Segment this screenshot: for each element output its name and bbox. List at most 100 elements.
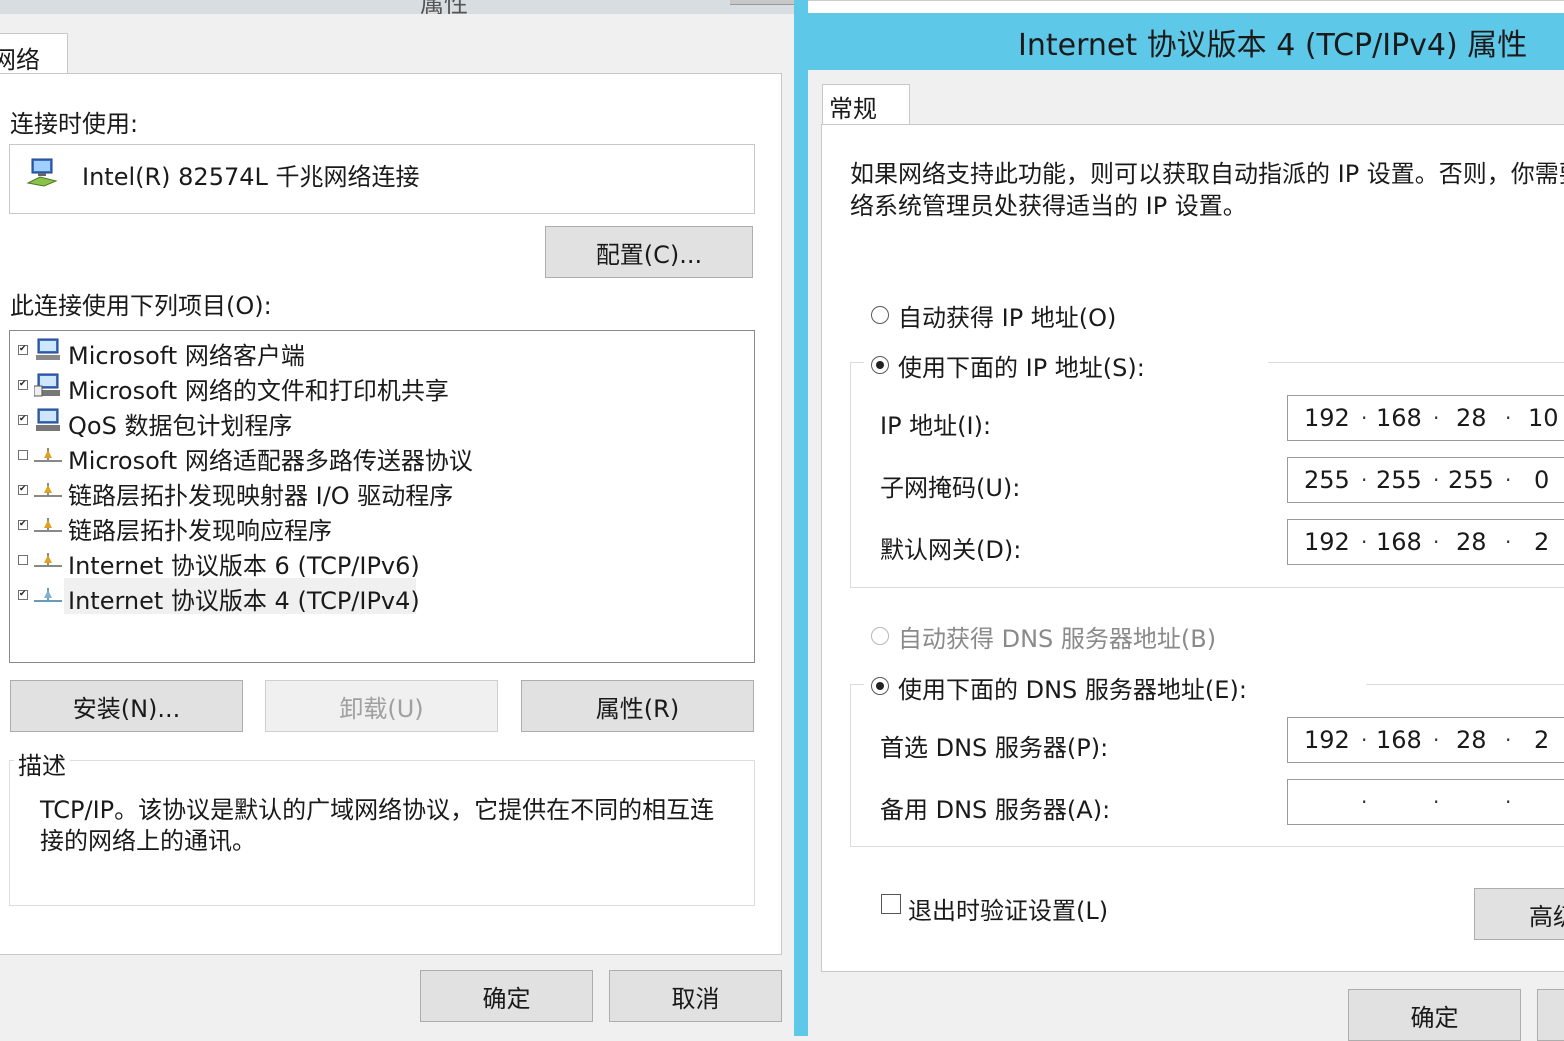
octet-dot: . — [1433, 462, 1440, 486]
configure-button[interactable]: 配置(C)... — [545, 226, 753, 278]
alternate-dns-input[interactable]: . . . — [1287, 779, 1564, 825]
item-checkbox[interactable] — [18, 520, 28, 530]
item-checkbox[interactable] — [18, 345, 28, 355]
left-dialog: 属性 网络 连接时使用: Intel(R) 82574L 千兆网络连接 配置(C… — [0, 0, 794, 1036]
validate-label[interactable]: 退出时验证设置(L) — [908, 891, 1108, 926]
subnet-mask-label: 子网掩码(U): — [880, 474, 1021, 502]
manual-ip-label[interactable]: 使用下面的 IP 地址(S): — [898, 348, 1145, 383]
octet: 168 — [1376, 404, 1422, 432]
item-checkbox[interactable] — [18, 485, 28, 495]
validate-checkbox[interactable] — [881, 894, 901, 914]
network-client-icon — [36, 338, 60, 360]
octet: 10 — [1528, 404, 1559, 432]
octet: 2 — [1534, 528, 1550, 556]
left-cancel-button[interactable]: 取消 — [609, 970, 782, 1022]
info-line1: 如果网络支持此功能，则可以获取自动指派的 IP 设置。否则，你需要 — [850, 160, 1564, 188]
octet: 192 — [1304, 528, 1350, 556]
preferred-dns-input[interactable]: 192 . 168 . 28 . 2 — [1287, 717, 1564, 763]
protocol-icon — [34, 448, 62, 462]
alternate-dns-label: 备用 DNS 服务器(A): — [880, 796, 1111, 824]
octet: 0 — [1534, 466, 1550, 494]
description-line1: TCP/IP。该协议是默认的广域网络协议，它提供在不同的相互连 — [40, 796, 715, 824]
manual-ip-radio[interactable] — [871, 356, 889, 374]
item-checkbox[interactable] — [18, 450, 28, 460]
subnet-mask-input[interactable]: 255 . 255 . 255 . 0 — [1287, 457, 1564, 503]
auto-ip-label[interactable]: 自动获得 IP 地址(O) — [898, 298, 1116, 333]
octet-dot: . — [1505, 784, 1512, 808]
description-label: 描述 — [14, 746, 70, 781]
install-button[interactable]: 安装(N)... — [10, 680, 243, 732]
left-ok-button[interactable]: 确定 — [420, 970, 593, 1022]
left-title-partial: 属性 — [420, 0, 468, 14]
adapter-name: Intel(R) 82574L 千兆网络连接 — [82, 163, 420, 191]
default-gateway-input[interactable]: 192 . 168 . 28 . 2 — [1287, 519, 1564, 565]
auto-dns-radio[interactable] — [871, 627, 889, 645]
manual-dns-label[interactable]: 使用下面的 DNS 服务器地址(E): — [898, 670, 1247, 705]
list-item[interactable]: QoS 数据包计划程序 — [0, 405, 740, 440]
octet: 255 — [1448, 466, 1494, 494]
item-label: Microsoft 网络客户端 — [68, 342, 305, 370]
right-top-strip — [808, 0, 1564, 13]
item-checkbox[interactable] — [18, 415, 28, 425]
list-item[interactable]: Microsoft 网络适配器多路传送器协议 — [0, 440, 740, 475]
advanced-button-label: 高级 — [1529, 902, 1564, 931]
protocol-icon — [34, 518, 62, 532]
ip-address-input[interactable]: 192 . 168 . 28 . 10 — [1287, 395, 1564, 441]
octet-dot: . — [1361, 524, 1368, 548]
octet-dot: . — [1361, 784, 1368, 808]
protocol-icon — [34, 588, 62, 602]
list-item[interactable]: Internet 协议版本 6 (TCP/IPv6) — [0, 545, 740, 580]
octet: 168 — [1376, 528, 1422, 556]
advanced-button[interactable]: 高级 — [1474, 888, 1564, 940]
uninstall-button[interactable]: 卸载(U) — [265, 680, 498, 732]
item-checkbox[interactable] — [18, 555, 28, 565]
octet-dot: . — [1505, 400, 1512, 424]
octet: 28 — [1456, 404, 1487, 432]
item-label: Internet 协议版本 4 (TCP/IPv4) — [68, 587, 420, 615]
preferred-dns-label: 首选 DNS 服务器(P): — [880, 734, 1109, 762]
right-cancel-button-partial[interactable] — [1537, 989, 1564, 1041]
octet-dot: . — [1433, 524, 1440, 548]
manual-dns-radio[interactable] — [871, 677, 889, 695]
tab-network-label: 网络 — [0, 46, 40, 74]
adapter-box: Intel(R) 82574L 千兆网络连接 — [9, 144, 755, 214]
connect-using-label: 连接时使用: — [10, 110, 139, 138]
item-label: Microsoft 网络适配器多路传送器协议 — [68, 447, 473, 475]
properties-button[interactable]: 属性(R) — [521, 680, 754, 732]
list-item[interactable]: 链路层拓扑发现响应程序 — [0, 510, 740, 545]
list-item[interactable]: Microsoft 网络的文件和打印机共享 — [0, 370, 740, 405]
octet-dot: . — [1433, 784, 1440, 808]
ip-address-label: IP 地址(I): — [880, 412, 992, 440]
tab-general-label: 常规 — [829, 95, 877, 123]
octet: 255 — [1376, 466, 1422, 494]
dialog-title: Internet 协议版本 4 (TCP/IPv4) 属性 — [1018, 28, 1528, 63]
octet-dot: . — [1361, 462, 1368, 486]
octet: 255 — [1304, 466, 1350, 494]
octet: 28 — [1456, 726, 1487, 754]
octet-dot: . — [1361, 400, 1368, 424]
protocol-icon — [34, 483, 62, 497]
auto-ip-radio[interactable] — [871, 306, 889, 324]
octet-dot: . — [1433, 722, 1440, 746]
network-adapter-icon — [26, 158, 58, 187]
octet-dot: . — [1361, 722, 1368, 746]
octet-dot: . — [1505, 462, 1512, 486]
item-label: 链路层拓扑发现响应程序 — [68, 517, 332, 545]
octet: 192 — [1304, 404, 1350, 432]
right-dialog: Internet 协议版本 4 (TCP/IPv4) 属性 常规 如果网络支持此… — [794, 0, 1564, 1041]
window-separator — [794, 0, 808, 1036]
octet: 2 — [1534, 726, 1550, 754]
octet-dot: . — [1433, 400, 1440, 424]
right-ok-button[interactable]: 确定 — [1348, 989, 1521, 1041]
qos-icon — [36, 408, 60, 431]
auto-dns-label[interactable]: 自动获得 DNS 服务器地址(B) — [898, 619, 1216, 654]
item-label: 链路层拓扑发现映射器 I/O 驱动程序 — [68, 482, 454, 510]
item-checkbox[interactable] — [18, 590, 28, 600]
left-title-bar: 属性 — [0, 0, 794, 14]
tab-network[interactable]: 网络 — [0, 33, 68, 76]
list-item-selected[interactable]: Internet 协议版本 4 (TCP/IPv4) — [0, 578, 740, 615]
tab-general[interactable]: 常规 — [822, 84, 910, 127]
list-item[interactable]: Microsoft 网络客户端 — [0, 335, 740, 370]
list-item[interactable]: 链路层拓扑发现映射器 I/O 驱动程序 — [0, 475, 740, 510]
item-checkbox[interactable] — [18, 380, 28, 390]
